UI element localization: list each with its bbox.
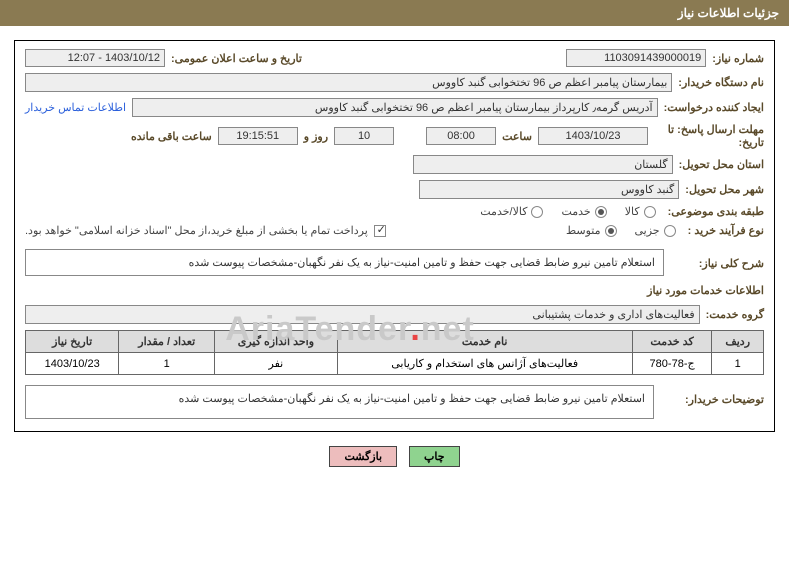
city-value: گنبد کاووس [419,180,679,199]
process-label: نوع فرآیند خرید : [688,224,764,237]
deadline-remain-label: ساعت باقی مانده [131,130,212,143]
category-radio-group: کالا خدمت کالا/خدمت [480,205,655,218]
print-button[interactable]: چاپ [409,446,460,467]
category-option-service[interactable]: خدمت [561,205,606,218]
province-value: گلستان [413,155,673,174]
table-row: 1 ج-78-780 فعالیت‌های آژانس های استخدام … [26,353,764,375]
city-label: شهر محل تحویل: [685,183,764,196]
need-number-value: 1103091439000019 [566,49,706,67]
category-label: طبقه بندی موضوعی: [668,205,764,218]
cell-unit: نفر [215,353,337,375]
radio-icon [605,225,617,237]
process-option-minor[interactable]: جزیی [635,224,676,237]
buyer-notes-label: توضیحات خریدار: [664,385,764,406]
th-idx: ردیف [712,331,764,353]
cell-qty: 1 [119,353,215,375]
th-code: کد خدمت [632,331,712,353]
page-title: جزئیات اطلاعات نیاز [678,6,779,20]
treasury-checkbox[interactable] [374,225,386,237]
details-panel: شماره نیاز: 1103091439000019 تاریخ و ساع… [14,40,775,432]
radio-icon [664,225,676,237]
th-name: نام خدمت [337,331,632,353]
services-info-title: اطلاعات خدمات مورد نیاز [25,284,764,297]
cell-name: فعالیت‌های آژانس های استخدام و کاریابی [337,353,632,375]
radio-icon [531,206,543,218]
buyer-notes-text: استعلام تامین نیرو ضابط قضایی جهت حفظ و … [25,385,654,419]
radio-icon [644,206,656,218]
buyer-org-label: نام دستگاه خریدار: [678,76,764,89]
desc-label: شرح کلی نیاز: [674,249,764,270]
cell-idx: 1 [712,353,764,375]
action-buttons: چاپ بازگشت [0,446,789,467]
buyer-org-value: بیمارستان پیامبر اعظم ص 96 تختخوابی گنبد… [25,73,672,92]
table-header-row: ردیف کد خدمت نام خدمت واحد اندازه گیری ت… [26,331,764,353]
category-option-goods[interactable]: کالا [625,205,656,218]
buyer-contact-link[interactable]: اطلاعات تماس خریدار [25,101,126,114]
treasury-note: پرداخت تمام یا بخشی از مبلغ خرید،از محل … [25,224,368,237]
service-group-label: گروه خدمت: [706,308,764,321]
announce-label: تاریخ و ساعت اعلان عمومی: [171,52,302,65]
page-header: جزئیات اطلاعات نیاز [0,0,789,26]
deadline-time-label: ساعت [502,130,532,143]
deadline-time: 08:00 [426,127,496,145]
deadline-days-label: روز و [304,130,328,143]
back-button[interactable]: بازگشت [329,446,397,467]
th-qty: تعداد / مقدار [119,331,215,353]
cell-code: ج-78-780 [632,353,712,375]
announce-value: 1403/10/12 - 12:07 [25,49,165,67]
deadline-days: 10 [334,127,394,145]
category-option-both[interactable]: کالا/خدمت [480,205,543,218]
need-number-label: شماره نیاز: [712,52,764,65]
th-date: تاریخ نیاز [26,331,119,353]
deadline-label: مهلت ارسال پاسخ: تا تاریخ: [654,123,764,149]
radio-icon [595,206,607,218]
province-label: استان محل تحویل: [679,158,764,171]
deadline-date: 1403/10/23 [538,127,648,145]
requester-label: ایجاد کننده درخواست: [664,101,764,114]
deadline-remain: 19:15:51 [218,127,298,145]
desc-text: استعلام تامین نیرو ضابط قضایی جهت حفظ و … [25,249,664,276]
service-group-value: فعالیت‌های اداری و خدمات پشتیبانی [25,305,700,324]
requester-value: آدریس گرمه٫ کارپرداز بیمارستان پیامبر اع… [132,98,658,117]
cell-date: 1403/10/23 [26,353,119,375]
process-radio-group: جزیی متوسط [566,224,676,237]
services-table: ردیف کد خدمت نام خدمت واحد اندازه گیری ت… [25,330,764,375]
process-option-medium[interactable]: متوسط [566,224,617,237]
th-unit: واحد اندازه گیری [215,331,337,353]
